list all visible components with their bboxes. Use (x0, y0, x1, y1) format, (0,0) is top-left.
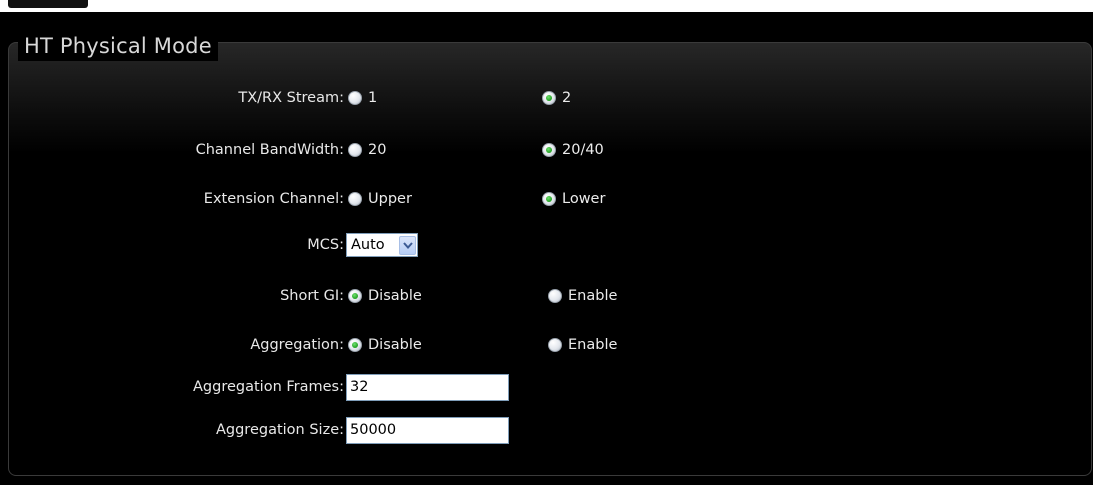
bandwidth-option-20-40-label: 20/40 (562, 142, 604, 158)
bandwidth-option-20-label: 20 (368, 142, 387, 158)
aggregation-option-disable[interactable]: Disable (348, 331, 422, 359)
radio-icon[interactable] (348, 192, 362, 206)
txrx-stream-option-2[interactable]: 2 (542, 84, 571, 112)
aggregation-row: Aggregation: Disable Enable (0, 331, 1093, 359)
top-strip (0, 0, 1093, 12)
radio-icon[interactable] (348, 91, 362, 105)
short-gi-option-enable[interactable]: Enable (548, 282, 617, 310)
bandwidth-option-20-40[interactable]: 20/40 (542, 136, 604, 164)
radio-selected-icon[interactable] (348, 289, 362, 303)
aggregation-label: Aggregation: (250, 337, 344, 353)
short-gi-option-enable-label: Enable (568, 288, 618, 304)
aggregation-frames-label: Aggregation Frames: (193, 379, 344, 395)
channel-bandwidth-label: Channel BandWidth: (195, 142, 344, 158)
radio-selected-icon[interactable] (348, 338, 362, 352)
short-gi-label: Short GI: (280, 288, 344, 304)
mcs-select[interactable]: Auto (346, 233, 418, 257)
txrx-stream-row: TX/RX Stream: 1 2 (0, 84, 1093, 112)
mcs-row: MCS: Auto (0, 231, 1093, 259)
txrx-stream-option-1[interactable]: 1 (348, 84, 377, 112)
short-gi-option-disable[interactable]: Disable (348, 282, 422, 310)
aggregation-size-label: Aggregation Size: (215, 422, 344, 438)
radio-selected-icon[interactable] (542, 91, 556, 105)
aggregation-option-disable-label: Disable (368, 337, 422, 353)
short-gi-option-disable-label: Disable (368, 288, 422, 304)
aggregation-option-enable-label: Enable (568, 337, 618, 353)
aggregation-size-row: Aggregation Size: 50000 (0, 416, 1093, 444)
cropped-heading (8, 0, 88, 8)
aggregation-option-enable[interactable]: Enable (548, 331, 617, 359)
txrx-stream-label: TX/RX Stream: (238, 90, 344, 106)
radio-selected-icon[interactable] (542, 143, 556, 157)
mcs-label: MCS: (307, 237, 344, 253)
extension-option-upper-label: Upper (368, 191, 412, 207)
radio-icon[interactable] (348, 143, 362, 157)
aggregation-size-input[interactable]: 50000 (346, 417, 509, 444)
extension-option-upper[interactable]: Upper (348, 185, 412, 213)
chevron-down-icon[interactable] (399, 235, 416, 255)
extension-option-lower[interactable]: Lower (542, 185, 605, 213)
radio-icon[interactable] (548, 338, 562, 352)
mcs-select-value: Auto (351, 237, 385, 253)
bandwidth-option-20[interactable]: 20 (348, 136, 386, 164)
txrx-stream-option-1-label: 1 (368, 90, 378, 106)
channel-bandwidth-row: Channel BandWidth: 20 20/40 (0, 136, 1093, 164)
radio-selected-icon[interactable] (542, 192, 556, 206)
aggregation-frames-input[interactable]: 32 (346, 374, 509, 401)
txrx-stream-option-2-label: 2 (562, 90, 572, 106)
short-gi-row: Short GI: Disable Enable (0, 282, 1093, 310)
aggregation-frames-row: Aggregation Frames: 32 (0, 373, 1093, 401)
extension-channel-row: Extension Channel: Upper Lower (0, 185, 1093, 213)
extension-option-lower-label: Lower (562, 191, 606, 207)
extension-channel-label: Extension Channel: (203, 191, 344, 207)
section-title: HT Physical Mode (18, 31, 218, 61)
radio-icon[interactable] (548, 289, 562, 303)
